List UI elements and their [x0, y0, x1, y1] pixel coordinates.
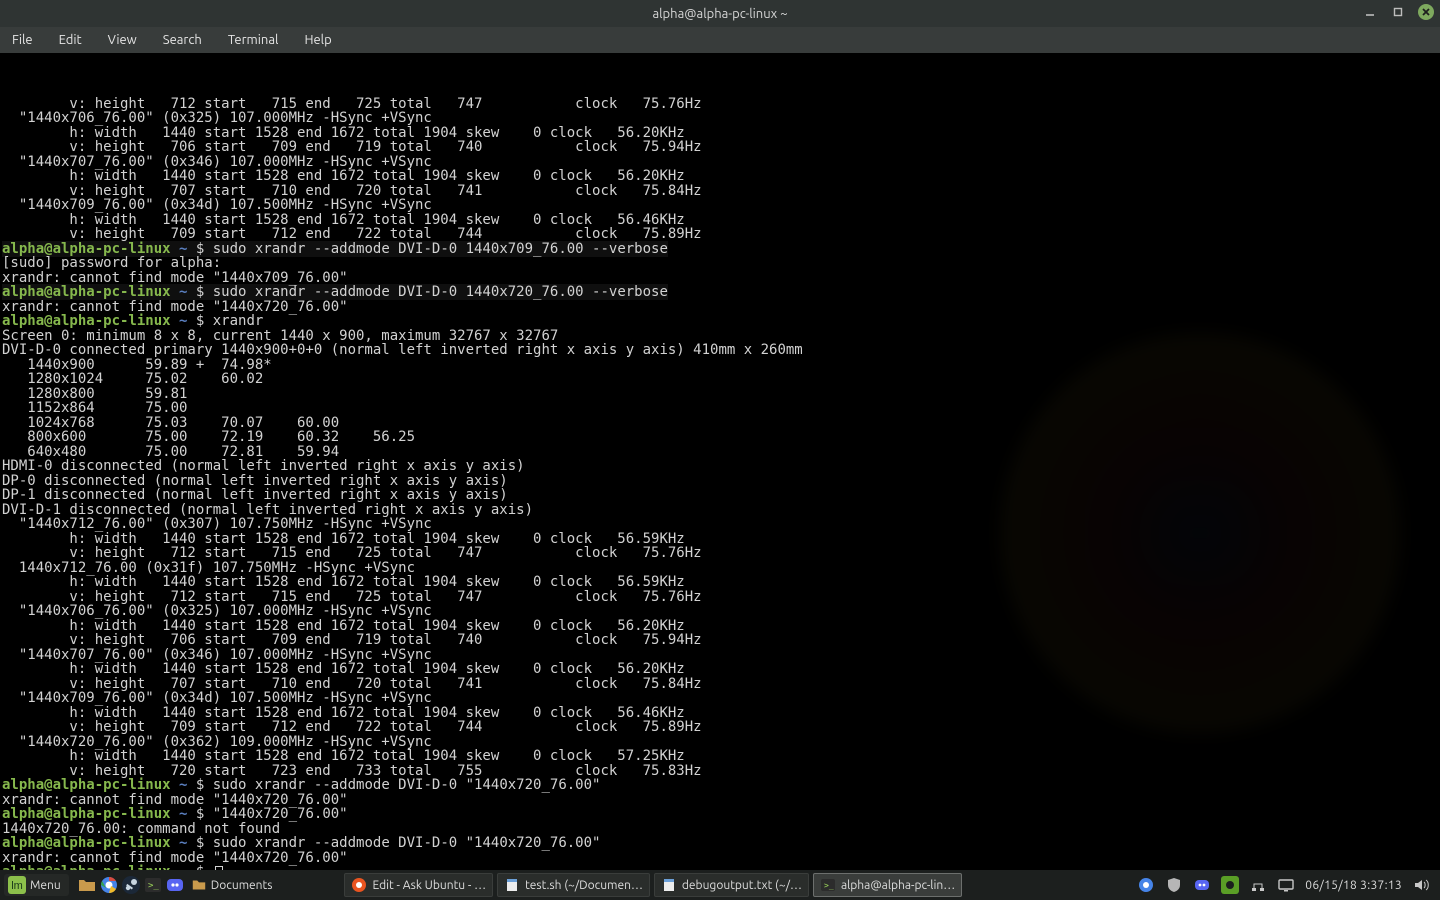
terminal-icon: >_: [820, 877, 836, 893]
task-askubuntu[interactable]: Edit - Ask Ubuntu - …: [344, 873, 493, 897]
askubuntu-icon: [351, 877, 367, 893]
discord-tray-icon[interactable]: [1193, 876, 1211, 894]
task-testsh-label: test.sh (~/Documen…: [525, 879, 643, 892]
terminal-viewport[interactable]: v: height 712 start 715 end 725 total 74…: [0, 53, 1440, 870]
close-button[interactable]: [1418, 4, 1434, 20]
volume-icon[interactable]: [1412, 876, 1430, 894]
task-debugoutput-label: debugoutput.txt (~/…: [682, 879, 802, 892]
svg-text:lm: lm: [11, 880, 23, 892]
chrome-tray-icon[interactable]: [1137, 876, 1155, 894]
start-menu-label: Menu: [30, 879, 61, 892]
quicklaunch: >_ Documents: [73, 875, 277, 895]
menubar: File Edit View Search Terminal Help: [0, 27, 1440, 53]
menu-view[interactable]: View: [104, 30, 141, 50]
terminal-output: v: height 712 start 715 end 725 total 74…: [2, 97, 1438, 871]
gedit-icon: [504, 877, 520, 893]
chrome-icon[interactable]: [99, 875, 119, 895]
task-testsh[interactable]: test.sh (~/Documen…: [497, 873, 650, 897]
nvidia-icon[interactable]: [1221, 876, 1239, 894]
task-askubuntu-label: Edit - Ask Ubuntu - …: [372, 879, 486, 892]
gedit-icon: [661, 877, 677, 893]
task-terminal-label: alpha@alpha-pc-lin…: [841, 879, 955, 892]
discord-icon[interactable]: [165, 875, 185, 895]
menu-edit[interactable]: Edit: [55, 30, 86, 50]
files-icon[interactable]: [77, 875, 97, 895]
svg-text:>_: >_: [148, 881, 159, 891]
clock[interactable]: 06/15/18 3:37:13: [1305, 879, 1402, 892]
system-tray: 06/15/18 3:37:13: [1137, 876, 1436, 894]
task-debugoutput[interactable]: debugoutput.txt (~/…: [654, 873, 809, 897]
documents-label: Documents: [211, 879, 273, 892]
steam-icon[interactable]: [121, 875, 141, 895]
maximize-button[interactable]: [1390, 4, 1406, 20]
shield-icon[interactable]: [1165, 876, 1183, 894]
terminal-icon[interactable]: >_: [143, 875, 163, 895]
minimize-button[interactable]: [1362, 4, 1378, 20]
linuxmint-logo-icon: lm: [8, 876, 26, 894]
menu-help[interactable]: Help: [300, 30, 335, 50]
start-menu-button[interactable]: lm Menu: [4, 874, 69, 896]
taskbar: lm Menu >_ Documents Edit - Ask Ubuntu -…: [0, 870, 1440, 900]
window-title: alpha@alpha-pc-linux ~: [652, 7, 787, 21]
folder-documents-icon[interactable]: Documents: [187, 875, 277, 895]
task-terminal[interactable]: >_ alpha@alpha-pc-lin…: [813, 873, 962, 897]
network-icon[interactable]: [1249, 876, 1267, 894]
menu-file[interactable]: File: [8, 30, 37, 50]
menu-search[interactable]: Search: [159, 30, 206, 50]
cursor: [215, 866, 223, 870]
menu-terminal[interactable]: Terminal: [224, 30, 283, 50]
svg-text:>_: >_: [824, 881, 834, 890]
display-icon[interactable]: [1277, 876, 1295, 894]
titlebar: alpha@alpha-pc-linux ~: [0, 0, 1440, 27]
